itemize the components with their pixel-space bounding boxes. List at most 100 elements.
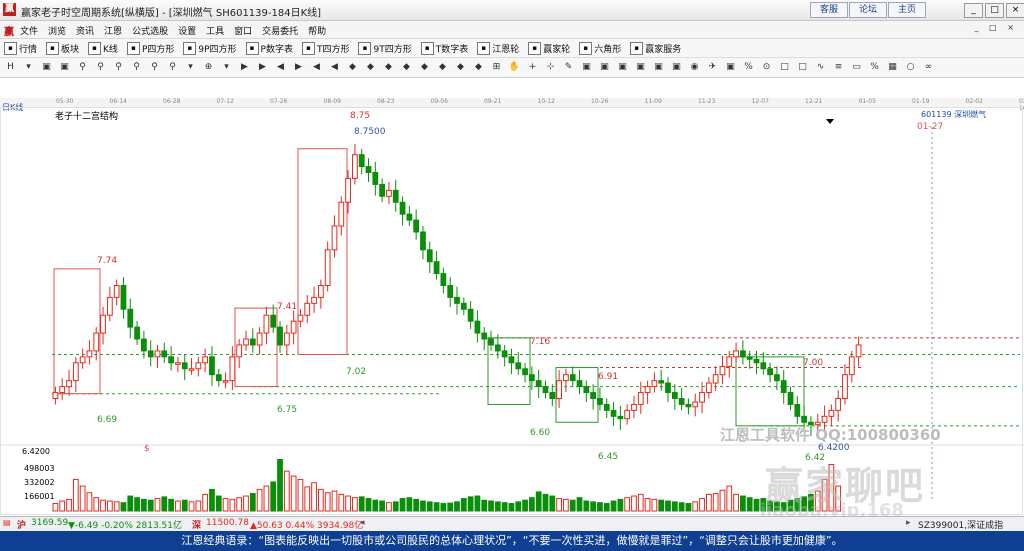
drawing-tool-icon[interactable]: ▾	[22, 61, 35, 74]
menu-item-5[interactable]: 设置	[178, 24, 196, 37]
drawing-tool-icon[interactable]: ✈	[706, 61, 719, 74]
drawing-tool-icon[interactable]: ▦	[886, 61, 899, 74]
toolbar-button-11[interactable]: ▪ 六角形	[579, 41, 621, 55]
toolbar-button-7[interactable]: ▪ 9T四方形	[358, 41, 412, 55]
toolbar-button-3[interactable]: ▪ P四方形	[126, 41, 174, 55]
drawing-tool-icon[interactable]: ◆	[454, 61, 467, 74]
toolbar-button-1[interactable]: ▪ 板块	[46, 41, 80, 55]
menu-item-4[interactable]: 公式选股	[132, 24, 168, 37]
forum-link[interactable]: 论坛	[849, 2, 887, 18]
drawing-tool-icon[interactable]: ✎	[562, 61, 575, 74]
toolbar-button-2[interactable]: ▪ K线	[88, 41, 118, 55]
toolbar-button-6[interactable]: ▪ T四方形	[301, 41, 349, 55]
drawing-tool-icon[interactable]: ≡	[832, 61, 845, 74]
volume-bar	[740, 495, 746, 512]
drawing-tool-icon[interactable]: ▣	[40, 61, 53, 74]
volume-bar	[515, 501, 522, 512]
drawing-tool-icon[interactable]: ▶	[256, 61, 269, 74]
hexagon-icon: ▪	[579, 41, 593, 55]
drawing-tool-icon[interactable]: %	[742, 61, 755, 74]
drawing-tool-icon[interactable]: ◆	[436, 61, 449, 74]
drawing-tool-icon[interactable]: ▾	[220, 61, 233, 74]
drawing-tool-icon[interactable]: ▣	[598, 61, 611, 74]
minimize-button[interactable]: _	[964, 3, 983, 18]
drawing-tool-icon[interactable]: ⚲	[94, 61, 107, 74]
drawing-tool-icon[interactable]: ⚲	[166, 61, 179, 74]
drawing-tool-icon[interactable]: ◆	[400, 61, 413, 74]
drawing-tool-icon[interactable]: ▣	[58, 61, 71, 74]
toolbar-button-10[interactable]: ▪ 赢家轮	[528, 41, 570, 55]
menu-item-3[interactable]: 江恩	[104, 24, 122, 37]
volume-bar	[209, 488, 215, 512]
drawing-tool-icon[interactable]: ⊞	[490, 61, 503, 74]
drawing-tool-icon[interactable]: ◆	[418, 61, 431, 74]
drawing-tool-icon[interactable]: ▾	[184, 61, 197, 74]
drawing-tool-icon[interactable]: ▭	[850, 61, 863, 74]
menu-item-7[interactable]: 窗口	[234, 24, 252, 37]
drawing-tool-icon[interactable]: ◆	[346, 61, 359, 74]
drawing-tool-icon[interactable]: ⚲	[148, 61, 161, 74]
toolbar-button-0[interactable]: ▪ 行情	[4, 41, 37, 55]
sh-market-icon[interactable]: 沪	[17, 518, 26, 531]
drawing-tool-icon[interactable]: ▶	[238, 61, 251, 74]
menu-item-8[interactable]: 交易委托	[262, 24, 298, 37]
volume-bar	[617, 498, 624, 512]
drawing-tool-icon[interactable]: ◀	[310, 61, 323, 74]
drawing-tool-icon[interactable]: ◀	[328, 61, 341, 74]
toolbar-button-9[interactable]: ▪ 江恩轮	[477, 41, 519, 55]
drawing-tool-icon[interactable]: ▣	[634, 61, 647, 74]
drawing-tool-icon[interactable]: ⊹	[544, 61, 557, 74]
drawing-tool-icon[interactable]: +	[526, 61, 539, 74]
close-button[interactable]: ×	[1006, 3, 1024, 18]
drawing-tool-icon[interactable]: ⚲	[76, 61, 89, 74]
scroll-left-icon[interactable]: ◂	[360, 518, 365, 528]
candle-body	[535, 380, 542, 388]
drawing-tool-icon[interactable]: ◀	[274, 61, 287, 74]
drawing-tool-icon[interactable]: ▣	[616, 61, 629, 74]
sz-market-icon[interactable]: 深	[192, 518, 201, 531]
maximize-button[interactable]: □	[985, 3, 1004, 18]
toolbar-button-5[interactable]: ▪ P数字表	[245, 41, 293, 55]
drawing-tool-icon[interactable]: ○	[904, 61, 917, 74]
drawing-tool-icon[interactable]: □	[796, 61, 809, 74]
drawing-tool-icon[interactable]: ▣	[724, 61, 737, 74]
customer-service-link[interactable]: 客服	[810, 2, 848, 18]
candle-body	[365, 166, 372, 174]
drawing-tool-icon[interactable]: ✋	[508, 61, 521, 74]
toolbar-button-12[interactable]: ▪ 赢家服务	[630, 41, 681, 55]
scroll-right-icon[interactable]: ▸	[906, 518, 911, 528]
toolbar-button-8[interactable]: ▪ T数字表	[420, 41, 468, 55]
menu-item-6[interactable]: 工具	[206, 24, 224, 37]
drawing-tool-icon[interactable]: ⚲	[112, 61, 125, 74]
drawing-tool-icon[interactable]: ▣	[580, 61, 593, 74]
drawing-tool-icon[interactable]: ▶	[292, 61, 305, 74]
drawing-tool-icon[interactable]: ◆	[382, 61, 395, 74]
drawing-tool-icon[interactable]: H	[4, 61, 17, 74]
right-index-code[interactable]: SZ399001,深证成指	[918, 518, 1003, 531]
toolbar-label: 板块	[61, 44, 80, 55]
menu-item-2[interactable]: 资讯	[76, 24, 94, 37]
drawing-tool-icon[interactable]: ◆	[364, 61, 377, 74]
candle-body	[454, 296, 460, 304]
drawing-tool-icon[interactable]: ▣	[670, 61, 683, 74]
candle-body	[678, 397, 685, 405]
volume-bar	[603, 503, 610, 512]
drawing-tool-icon[interactable]: ◉	[688, 61, 701, 74]
window-title: 赢家老子时空周期系统[纵横版] - [深圳燃气 SH601139-184日K线]	[21, 8, 322, 19]
drawing-tool-icon[interactable]: %	[868, 61, 881, 74]
menu-item-0[interactable]: 文件	[20, 24, 38, 37]
drawing-tool-icon[interactable]: ◆	[472, 61, 485, 74]
menu-item-1[interactable]: 浏览	[48, 24, 66, 37]
drawing-tool-icon[interactable]: ∿	[814, 61, 827, 74]
drawing-tool-icon[interactable]: ▣	[652, 61, 665, 74]
drawing-tool-icon[interactable]: □	[778, 61, 791, 74]
drawing-tool-icon[interactable]: ∞	[922, 61, 935, 74]
candle-body	[726, 356, 733, 367]
toolbar-button-4[interactable]: ▪ 9P四方形	[183, 41, 237, 55]
home-link[interactable]: 主页	[888, 2, 926, 18]
drawing-tool-icon[interactable]: ⊙	[760, 61, 773, 74]
drawing-tool-icon[interactable]: ⊕	[202, 61, 215, 74]
mdi-controls[interactable]: _ □ ×	[975, 23, 1018, 32]
menu-item-9[interactable]: 帮助	[308, 24, 326, 37]
drawing-tool-icon[interactable]: ⚲	[130, 61, 143, 74]
